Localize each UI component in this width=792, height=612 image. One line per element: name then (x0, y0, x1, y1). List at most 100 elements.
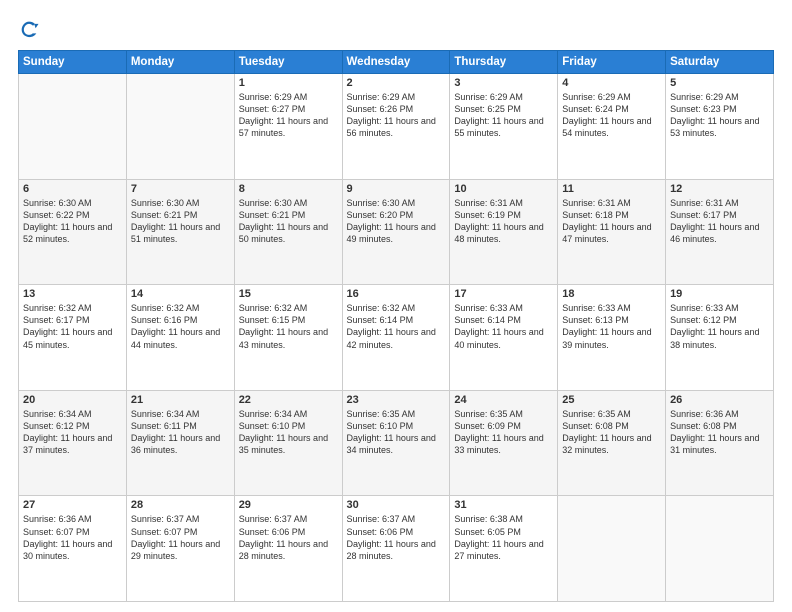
day-number: 11 (562, 183, 661, 195)
header (18, 18, 774, 40)
calendar-cell: 7Sunrise: 6:30 AM Sunset: 6:21 PM Daylig… (126, 179, 234, 285)
day-info: Sunrise: 6:31 AM Sunset: 6:19 PM Dayligh… (454, 197, 553, 246)
calendar-cell: 16Sunrise: 6:32 AM Sunset: 6:14 PM Dayli… (342, 285, 450, 391)
day-info: Sunrise: 6:31 AM Sunset: 6:17 PM Dayligh… (670, 197, 769, 246)
col-header-tuesday: Tuesday (234, 51, 342, 74)
calendar-cell: 8 Sunrise: 6:30 AM Sunset: 6:21 PM Daylig… (234, 179, 342, 285)
day-number: 3 (454, 77, 553, 89)
day-number: 5 (670, 77, 769, 89)
day-info: Sunrise: 6:34 AM Sunset: 6:11 PM Dayligh… (131, 408, 230, 457)
calendar-cell: 30 Sunrise: 6:37 AM Sunset: 6:06 PM Dayli… (342, 496, 450, 602)
day-info: Sunrise: 6:37 AM Sunset: 6:07 PM Dayligh… (131, 513, 230, 562)
logo-icon (18, 18, 40, 40)
day-info: Sunrise: 6:35 AM Sunset: 6:10 PM Dayligh… (347, 408, 446, 457)
day-info: Sunrise: 6:32 AM Sunset: 6:16 PM Dayligh… (131, 302, 230, 351)
day-number: 20 (23, 394, 122, 406)
day-info: Sunrise: 6:29 AM Sunset: 6:24 PM Dayligh… (562, 91, 661, 140)
calendar-cell (19, 74, 127, 180)
col-header-sunday: Sunday (19, 51, 127, 74)
page: SundayMondayTuesdayWednesdayThursdayFrid… (0, 0, 792, 612)
logo (18, 18, 44, 40)
day-info: Sunrise: 6:29 AM Sunset: 6:25 PM Dayligh… (454, 91, 553, 140)
day-number: 9 (347, 183, 446, 195)
calendar-cell: 9 Sunrise: 6:30 AM Sunset: 6:20 PM Daylig… (342, 179, 450, 285)
calendar-week-row: 20Sunrise: 6:34 AM Sunset: 6:12 PM Dayli… (19, 390, 774, 496)
day-number: 19 (670, 288, 769, 300)
calendar-cell: 13 Sunrise: 6:32 AM Sunset: 6:17 PM Dayli… (19, 285, 127, 391)
calendar-cell (666, 496, 774, 602)
day-number: 31 (454, 499, 553, 511)
day-info: Sunrise: 6:35 AM Sunset: 6:09 PM Dayligh… (454, 408, 553, 457)
day-number: 18 (562, 288, 661, 300)
day-number: 2 (347, 77, 446, 89)
calendar-cell: 11Sunrise: 6:31 AM Sunset: 6:18 PM Dayli… (558, 179, 666, 285)
day-info: Sunrise: 6:36 AM Sunset: 6:08 PM Dayligh… (670, 408, 769, 457)
col-header-friday: Friday (558, 51, 666, 74)
calendar-cell: 12 Sunrise: 6:31 AM Sunset: 6:17 PM Dayli… (666, 179, 774, 285)
day-info: Sunrise: 6:30 AM Sunset: 6:20 PM Dayligh… (347, 197, 446, 246)
calendar-cell: 10 Sunrise: 6:31 AM Sunset: 6:19 PM Dayli… (450, 179, 558, 285)
calendar-cell: 25 Sunrise: 6:35 AM Sunset: 6:08 PM Dayli… (558, 390, 666, 496)
calendar-cell: 20Sunrise: 6:34 AM Sunset: 6:12 PM Dayli… (19, 390, 127, 496)
day-number: 12 (670, 183, 769, 195)
calendar-table: SundayMondayTuesdayWednesdayThursdayFrid… (18, 50, 774, 602)
day-info: Sunrise: 6:32 AM Sunset: 6:17 PM Dayligh… (23, 302, 122, 351)
day-info: Sunrise: 6:30 AM Sunset: 6:22 PM Dayligh… (23, 197, 122, 246)
day-info: Sunrise: 6:33 AM Sunset: 6:12 PM Dayligh… (670, 302, 769, 351)
day-number: 26 (670, 394, 769, 406)
calendar-cell (558, 496, 666, 602)
day-number: 8 (239, 183, 338, 195)
calendar-week-row: 6Sunrise: 6:30 AM Sunset: 6:22 PM Daylig… (19, 179, 774, 285)
day-number: 15 (239, 288, 338, 300)
calendar-cell: 19 Sunrise: 6:33 AM Sunset: 6:12 PM Dayli… (666, 285, 774, 391)
day-info: Sunrise: 6:37 AM Sunset: 6:06 PM Dayligh… (347, 513, 446, 562)
calendar-week-row: 27Sunrise: 6:36 AM Sunset: 6:07 PM Dayli… (19, 496, 774, 602)
day-info: Sunrise: 6:38 AM Sunset: 6:05 PM Dayligh… (454, 513, 553, 562)
day-info: Sunrise: 6:33 AM Sunset: 6:13 PM Dayligh… (562, 302, 661, 351)
day-number: 22 (239, 394, 338, 406)
calendar-cell: 22 Sunrise: 6:34 AM Sunset: 6:10 PM Dayli… (234, 390, 342, 496)
calendar-cell (126, 74, 234, 180)
day-number: 4 (562, 77, 661, 89)
day-info: Sunrise: 6:29 AM Sunset: 6:26 PM Dayligh… (347, 91, 446, 140)
calendar-cell: 14Sunrise: 6:32 AM Sunset: 6:16 PM Dayli… (126, 285, 234, 391)
calendar-cell: 15 Sunrise: 6:32 AM Sunset: 6:15 PM Dayli… (234, 285, 342, 391)
day-number: 1 (239, 77, 338, 89)
day-info: Sunrise: 6:37 AM Sunset: 6:06 PM Dayligh… (239, 513, 338, 562)
col-header-thursday: Thursday (450, 51, 558, 74)
calendar-week-row: 1 Sunrise: 6:29 AM Sunset: 6:27 PM Daylig… (19, 74, 774, 180)
calendar-week-row: 13 Sunrise: 6:32 AM Sunset: 6:17 PM Dayli… (19, 285, 774, 391)
day-info: Sunrise: 6:29 AM Sunset: 6:27 PM Dayligh… (239, 91, 338, 140)
day-number: 24 (454, 394, 553, 406)
day-number: 27 (23, 499, 122, 511)
day-number: 30 (347, 499, 446, 511)
day-info: Sunrise: 6:29 AM Sunset: 6:23 PM Dayligh… (670, 91, 769, 140)
day-number: 25 (562, 394, 661, 406)
calendar-cell: 26 Sunrise: 6:36 AM Sunset: 6:08 PM Dayli… (666, 390, 774, 496)
calendar-cell: 2 Sunrise: 6:29 AM Sunset: 6:26 PM Daylig… (342, 74, 450, 180)
calendar-cell: 24 Sunrise: 6:35 AM Sunset: 6:09 PM Dayli… (450, 390, 558, 496)
day-info: Sunrise: 6:35 AM Sunset: 6:08 PM Dayligh… (562, 408, 661, 457)
col-header-wednesday: Wednesday (342, 51, 450, 74)
day-number: 10 (454, 183, 553, 195)
day-info: Sunrise: 6:32 AM Sunset: 6:15 PM Dayligh… (239, 302, 338, 351)
day-info: Sunrise: 6:34 AM Sunset: 6:10 PM Dayligh… (239, 408, 338, 457)
day-number: 13 (23, 288, 122, 300)
calendar-header-row: SundayMondayTuesdayWednesdayThursdayFrid… (19, 51, 774, 74)
calendar-cell: 6Sunrise: 6:30 AM Sunset: 6:22 PM Daylig… (19, 179, 127, 285)
calendar-cell: 21 Sunrise: 6:34 AM Sunset: 6:11 PM Dayli… (126, 390, 234, 496)
calendar-cell: 17 Sunrise: 6:33 AM Sunset: 6:14 PM Dayli… (450, 285, 558, 391)
day-number: 21 (131, 394, 230, 406)
day-number: 23 (347, 394, 446, 406)
calendar-cell: 5 Sunrise: 6:29 AM Sunset: 6:23 PM Daylig… (666, 74, 774, 180)
day-number: 17 (454, 288, 553, 300)
day-number: 16 (347, 288, 446, 300)
calendar-cell: 4 Sunrise: 6:29 AM Sunset: 6:24 PM Daylig… (558, 74, 666, 180)
day-number: 29 (239, 499, 338, 511)
calendar-cell: 18 Sunrise: 6:33 AM Sunset: 6:13 PM Dayli… (558, 285, 666, 391)
calendar-cell: 1 Sunrise: 6:29 AM Sunset: 6:27 PM Daylig… (234, 74, 342, 180)
calendar-cell: 23 Sunrise: 6:35 AM Sunset: 6:10 PM Dayli… (342, 390, 450, 496)
day-info: Sunrise: 6:33 AM Sunset: 6:14 PM Dayligh… (454, 302, 553, 351)
col-header-monday: Monday (126, 51, 234, 74)
day-info: Sunrise: 6:30 AM Sunset: 6:21 PM Dayligh… (239, 197, 338, 246)
